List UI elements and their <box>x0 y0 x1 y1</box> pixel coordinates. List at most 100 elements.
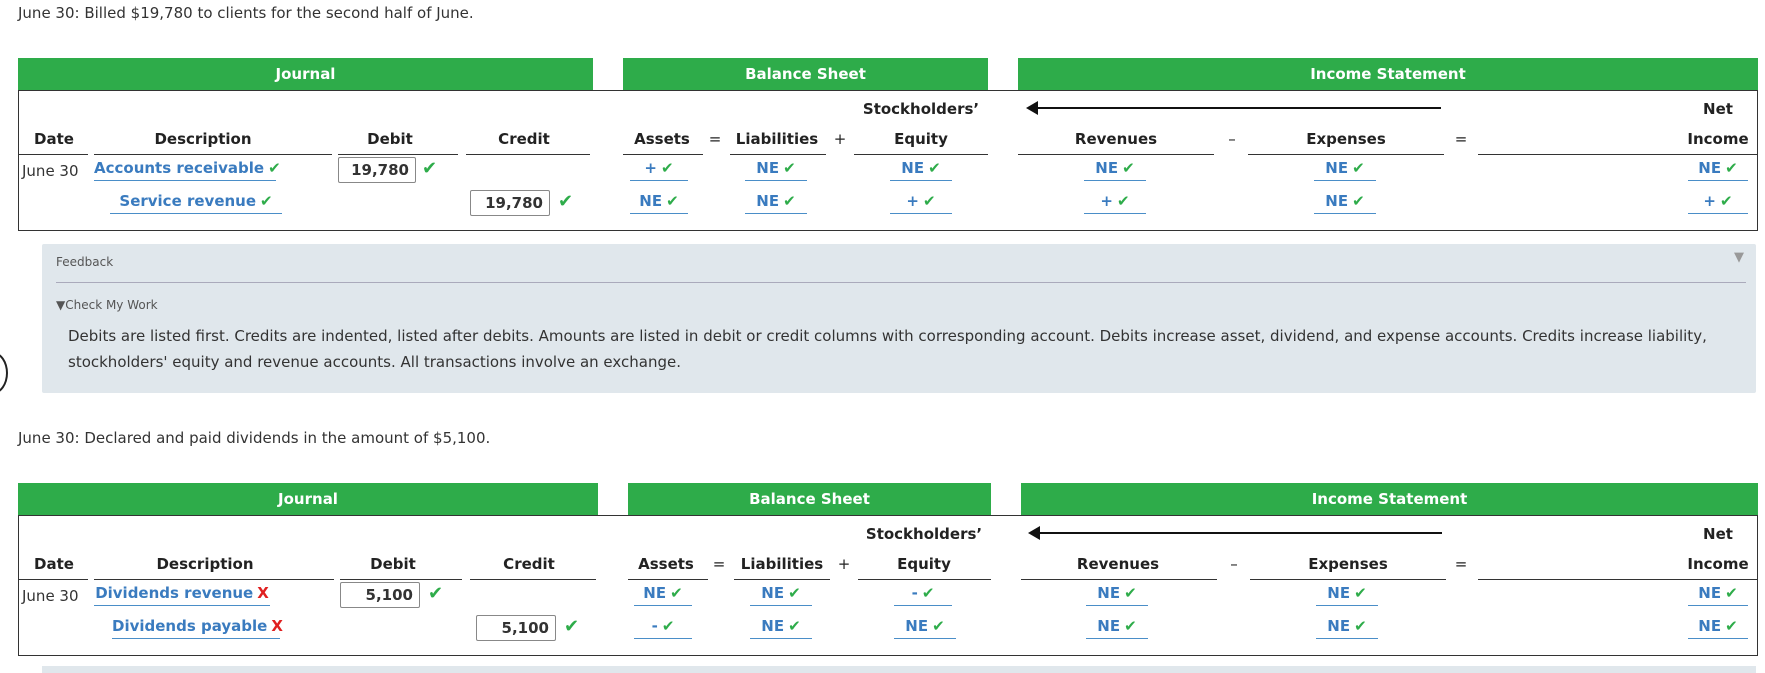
check-icon: ✔ <box>1354 584 1367 602</box>
date-header: Date <box>34 555 74 573</box>
revenues-effect-dropdown[interactable]: NE ✔ <box>1086 616 1148 639</box>
check-icon: ✔ <box>260 192 273 210</box>
liabilities-effect-dropdown[interactable]: NE ✔ <box>750 616 812 639</box>
transaction-1-table: Journal Balance Sheet Income Statement S… <box>18 58 1758 231</box>
income-statement-header-band: Income Statement <box>1021 483 1758 515</box>
transaction-1-statement: June 30: Billed $19,780 to clients for t… <box>18 4 474 22</box>
journal-header-band: Journal <box>18 58 593 90</box>
check-my-work-toggle[interactable]: ▼Check My Work <box>56 298 158 312</box>
debit-header: Debit <box>370 555 416 573</box>
check-icon: ✔ <box>428 583 444 604</box>
feedback-title: Feedback <box>56 255 114 269</box>
check-icon: ✔ <box>1122 159 1135 177</box>
expenses-header: Expenses <box>1308 555 1388 573</box>
revenues-effect-dropdown[interactable]: NE ✔ <box>1086 583 1148 606</box>
revenues-effect-dropdown[interactable]: NE ✔ <box>1084 158 1146 181</box>
header-underline <box>623 154 703 155</box>
header-underline <box>628 579 708 580</box>
credit-amount-input[interactable]: 19,780 <box>470 190 550 216</box>
header-underline <box>734 579 830 580</box>
expenses-header: Expenses <box>1306 130 1386 148</box>
check-icon: ✔ <box>1725 159 1738 177</box>
revenues-effect-dropdown[interactable]: + ✔ <box>1084 191 1146 214</box>
header-underline <box>338 154 458 155</box>
header-underline <box>466 154 590 155</box>
net-income-effect-dropdown[interactable]: NE ✔ <box>1688 583 1748 606</box>
liabilities-header: Liabilities <box>740 555 824 573</box>
transaction-2-table: Journal Balance Sheet Income Statement S… <box>18 483 1758 656</box>
equity-header: Equity <box>897 555 951 573</box>
check-icon: ✔ <box>928 159 941 177</box>
equals-operator: = <box>712 555 726 573</box>
check-icon: ✔ <box>788 584 801 602</box>
check-icon: ✔ <box>422 158 438 179</box>
header-underline <box>94 154 332 155</box>
check-icon: ✔ <box>268 159 281 177</box>
description-header: Description <box>154 130 252 148</box>
check-icon: ✔ <box>1352 192 1365 210</box>
next-feedback-panel-edge <box>42 666 1756 673</box>
revenues-header: Revenues <box>1076 555 1160 573</box>
feedback-panel: Feedback ▼ ▼Check My Work Debits are lis… <box>42 244 1756 393</box>
assets-header: Assets <box>638 555 694 573</box>
equity-header: Equity <box>894 130 948 148</box>
header-underline <box>18 154 88 155</box>
net-income-effect-dropdown[interactable]: NE ✔ <box>1688 616 1748 639</box>
revenues-header: Revenues <box>1074 130 1158 148</box>
check-icon: ✔ <box>661 159 674 177</box>
equity-effect-dropdown[interactable]: - ✔ <box>894 583 952 606</box>
liabilities-effect-dropdown[interactable]: NE ✔ <box>745 191 807 214</box>
check-icon: ✔ <box>1725 584 1738 602</box>
header-underline <box>18 579 88 580</box>
check-icon: ✔ <box>1720 192 1733 210</box>
assets-effect-dropdown[interactable]: NE ✔ <box>630 191 688 214</box>
header-underline <box>470 579 596 580</box>
check-icon: ✔ <box>1124 617 1137 635</box>
check-icon: ✔ <box>921 584 935 602</box>
header-underline <box>1248 154 1444 155</box>
expenses-effect-dropdown[interactable]: NE ✔ <box>1314 158 1376 181</box>
debit-amount-input[interactable]: 5,100 <box>340 582 420 608</box>
account-dropdown[interactable]: Dividends payable X <box>112 616 283 639</box>
account-dropdown[interactable]: Service revenue ✔ <box>110 191 282 214</box>
liabilities-header: Liabilities <box>735 130 819 148</box>
balance-sheet-header-band: Balance Sheet <box>628 483 991 515</box>
income-header: Income <box>1687 555 1749 573</box>
collapse-triangle-icon[interactable]: ▼ <box>1734 250 1744 265</box>
expenses-effect-dropdown[interactable]: NE ✔ <box>1316 616 1378 639</box>
left-arrow-icon <box>1028 526 1442 540</box>
equity-effect-dropdown[interactable]: NE ✔ <box>894 616 956 639</box>
income-header: Income <box>1687 130 1749 148</box>
header-underline <box>858 579 991 580</box>
net-header: Net <box>1703 525 1733 543</box>
check-icon: ✔ <box>1117 192 1130 210</box>
credit-amount-input[interactable]: 5,100 <box>476 615 556 641</box>
plus-operator: + <box>833 130 847 148</box>
income-statement-header-band: Income Statement <box>1018 58 1758 90</box>
equity-effect-dropdown[interactable]: + ✔ <box>890 191 952 214</box>
expenses-effect-dropdown[interactable]: NE ✔ <box>1316 583 1378 606</box>
net-income-effect-dropdown[interactable]: + ✔ <box>1688 191 1748 214</box>
net-income-effect-dropdown[interactable]: NE ✔ <box>1688 158 1748 181</box>
row-date: June 30 <box>22 587 79 605</box>
assets-effect-dropdown[interactable]: - ✔ <box>634 616 692 639</box>
debit-amount-input[interactable]: 19,780 <box>338 157 416 183</box>
liabilities-effect-dropdown[interactable]: NE ✔ <box>745 158 807 181</box>
account-dropdown[interactable]: Dividends revenue X <box>94 583 270 606</box>
expenses-effect-dropdown[interactable]: NE ✔ <box>1314 191 1376 214</box>
minus-operator: – <box>1230 555 1238 573</box>
equity-effect-dropdown[interactable]: NE ✔ <box>890 158 952 181</box>
transaction-2-statement: June 30: Declared and paid dividends in … <box>18 429 491 447</box>
net-header: Net <box>1703 100 1733 118</box>
account-dropdown[interactable]: Accounts receivable ✔ <box>94 158 281 181</box>
balance-sheet-header-band: Balance Sheet <box>623 58 988 90</box>
description-header: Description <box>156 555 254 573</box>
check-icon: ✔ <box>666 192 679 210</box>
left-arrow-icon <box>1026 101 1441 115</box>
liabilities-effect-dropdown[interactable]: NE ✔ <box>750 583 812 606</box>
header-underline <box>1021 579 1217 580</box>
assets-effect-dropdown[interactable]: NE ✔ <box>634 583 692 606</box>
check-icon: ✔ <box>788 617 801 635</box>
assets-effect-dropdown[interactable]: + ✔ <box>630 158 688 181</box>
check-icon: ✔ <box>661 617 675 635</box>
